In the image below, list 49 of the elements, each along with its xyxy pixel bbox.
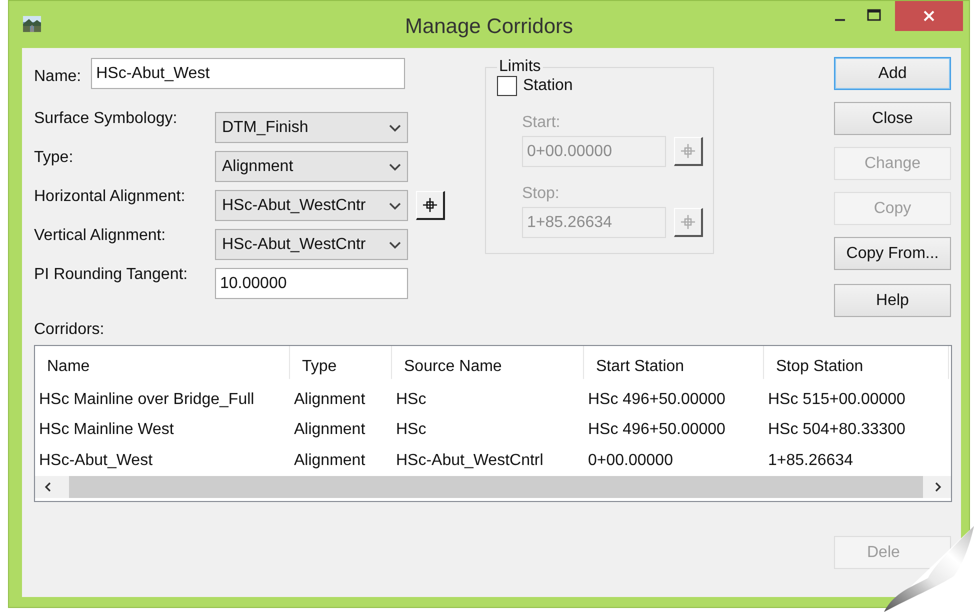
field-label: Name: (34, 68, 82, 86)
field-label: Stop: (522, 185, 560, 203)
column-header[interactable]: Stop Station (764, 346, 949, 378)
table-row[interactable]: HSc Mainline West Alignment HSc HSc 496+50.00000 HSc 504+80.33300 (35, 415, 951, 446)
list-label: Corridors: (34, 321, 106, 339)
road-landscape-icon (23, 16, 41, 32)
scroll-right-icon[interactable] (933, 481, 943, 493)
close-button[interactable] (895, 1, 963, 31)
field-label: Horizontal Alignment: (34, 187, 186, 206)
table-row[interactable]: HSc Mainline over Bridge_Full Alignment HSc HSc 496+50.00000 HSc 515+00.00000 (35, 384, 951, 415)
name-input[interactable]: HSc-Abut_West (91, 58, 406, 89)
minimize-icon (835, 19, 845, 21)
dropdown[interactable]: Alignment (215, 151, 408, 182)
crosshair-button[interactable] (416, 191, 445, 220)
maximize-icon (867, 9, 881, 21)
chevron-down-icon (389, 162, 401, 170)
field-label: Surface Symbology: (34, 109, 178, 128)
dialog-button[interactable]: Add (834, 57, 951, 90)
crosshair-icon (681, 144, 695, 158)
column-header[interactable]: Source Name (392, 346, 584, 378)
close-icon (923, 10, 935, 22)
horizontal-scrollbar[interactable] (35, 476, 951, 498)
window-title: Manage Corridors (404, 15, 574, 39)
field-label: PI Rounding Tangent: (34, 265, 189, 284)
group-title: Limits (498, 58, 542, 76)
field-label: Start: (522, 114, 562, 132)
dialog-button[interactable]: Copy From... (834, 237, 951, 270)
text-input[interactable]: 10.00000 (215, 268, 408, 299)
scroll-left-icon[interactable] (43, 481, 53, 493)
dropdown[interactable]: DTM_Finish (215, 112, 408, 143)
dropdown[interactable]: HSc-Abut_WestCntr (215, 190, 408, 221)
checkbox-label: Station (523, 77, 573, 95)
field-label: Type: (34, 148, 74, 167)
dropdown[interactable]: HSc-Abut_WestCntr (215, 229, 408, 260)
column-header[interactable]: Name (35, 346, 290, 378)
chevron-down-icon (389, 202, 401, 210)
crosshair-icon (423, 198, 437, 212)
dialog-button[interactable]: Close (834, 102, 951, 135)
chevron-down-icon (389, 240, 401, 248)
crosshair-button[interactable] (674, 208, 703, 237)
chevron-down-icon (389, 124, 401, 132)
field-label: Vertical Alignment: (34, 226, 167, 245)
table-row[interactable]: HSc-Abut_West Alignment HSc-Abut_WestCntrl 0+00.00000 1+85.26634 (35, 446, 951, 476)
crosshair-icon (681, 215, 695, 229)
column-header[interactable]: Type (290, 346, 392, 378)
checkbox[interactable] (497, 76, 517, 96)
crosshair-button[interactable] (674, 137, 703, 166)
column-header[interactable]: Start Station (584, 346, 764, 378)
dialog-button[interactable]: Help (834, 284, 951, 317)
